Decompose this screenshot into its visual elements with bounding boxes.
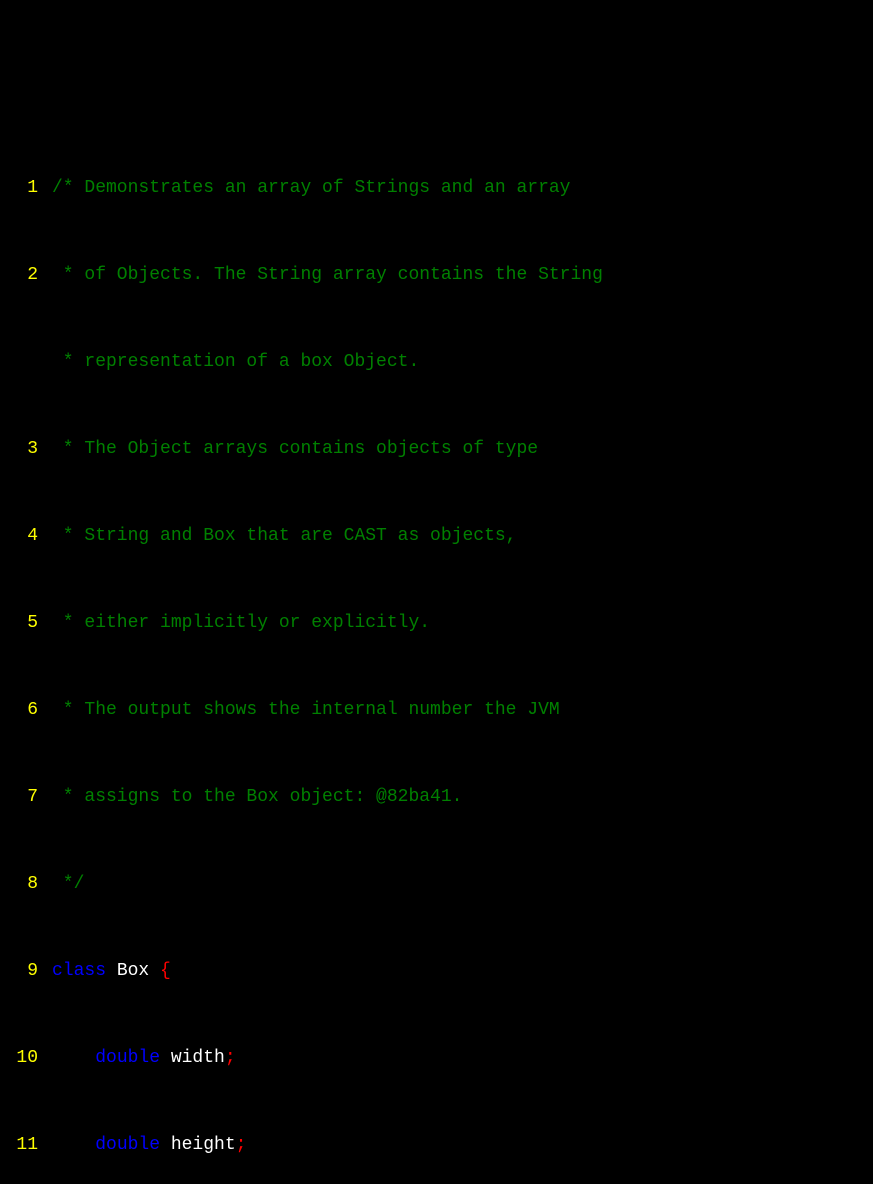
code-line[interactable]: * of Objects. The String array contains … xyxy=(52,261,873,290)
code-line[interactable]: * The Object arrays contains objects of … xyxy=(52,435,873,464)
code-line[interactable]: /* Demonstrates an array of Strings and … xyxy=(52,174,873,203)
code-area[interactable]: /* Demonstrates an array of Strings and … xyxy=(44,116,873,708)
line-number: 7 xyxy=(0,783,38,812)
code-token: double xyxy=(95,1048,160,1068)
code-token: ; xyxy=(225,1048,236,1068)
code-token xyxy=(52,1135,95,1155)
line-number: 4 xyxy=(0,522,38,551)
line-number: 11 xyxy=(0,1131,38,1160)
code-token: class xyxy=(52,961,106,981)
code-token: { xyxy=(160,961,171,981)
code-line[interactable]: * The output shows the internal number t… xyxy=(52,696,873,725)
code-line[interactable]: * String and Box that are CAST as object… xyxy=(52,522,873,551)
code-token: * String and Box that are CAST as object… xyxy=(52,526,516,546)
code-token: Box xyxy=(106,961,160,981)
code-token: double xyxy=(95,1135,160,1155)
code-token: /* Demonstrates an array of Strings and … xyxy=(52,178,570,198)
code-line[interactable]: class Box { xyxy=(52,957,873,986)
code-token: * The output shows the internal number t… xyxy=(52,700,560,720)
line-number: 9 xyxy=(0,957,38,986)
code-token: * either implicitly or explicitly. xyxy=(52,613,430,633)
line-number: 6 xyxy=(0,696,38,725)
line-number xyxy=(0,348,38,377)
code-token: * of Objects. The String array contains … xyxy=(52,265,603,285)
line-number: 2 xyxy=(0,261,38,290)
code-line[interactable]: */ xyxy=(52,870,873,899)
line-number: 8 xyxy=(0,870,38,899)
line-number: 5 xyxy=(0,609,38,638)
code-editor: 1 2 3 4 5 6 7 8 9 10 11 12 13 14 15 16 1… xyxy=(0,116,873,708)
code-token xyxy=(52,1048,95,1068)
code-token: * The Object arrays contains objects of … xyxy=(52,439,538,459)
code-line[interactable]: * either implicitly or explicitly. xyxy=(52,609,873,638)
line-number: 1 xyxy=(0,174,38,203)
code-line[interactable]: * representation of a box Object. xyxy=(52,348,873,377)
code-token: * assigns to the Box object: @82ba41. xyxy=(52,787,462,807)
line-number-gutter: 1 2 3 4 5 6 7 8 9 10 11 12 13 14 15 16 1… xyxy=(0,116,44,708)
code-token: ; xyxy=(236,1135,247,1155)
code-token: width xyxy=(160,1048,225,1068)
line-number: 3 xyxy=(0,435,38,464)
line-number: 10 xyxy=(0,1044,38,1073)
code-token: */ xyxy=(52,874,84,894)
code-token: height xyxy=(160,1135,236,1155)
code-line[interactable]: double width; xyxy=(52,1044,873,1073)
code-line[interactable]: * assigns to the Box object: @82ba41. xyxy=(52,783,873,812)
code-line[interactable]: double height; xyxy=(52,1131,873,1160)
code-token: * representation of a box Object. xyxy=(52,352,419,372)
